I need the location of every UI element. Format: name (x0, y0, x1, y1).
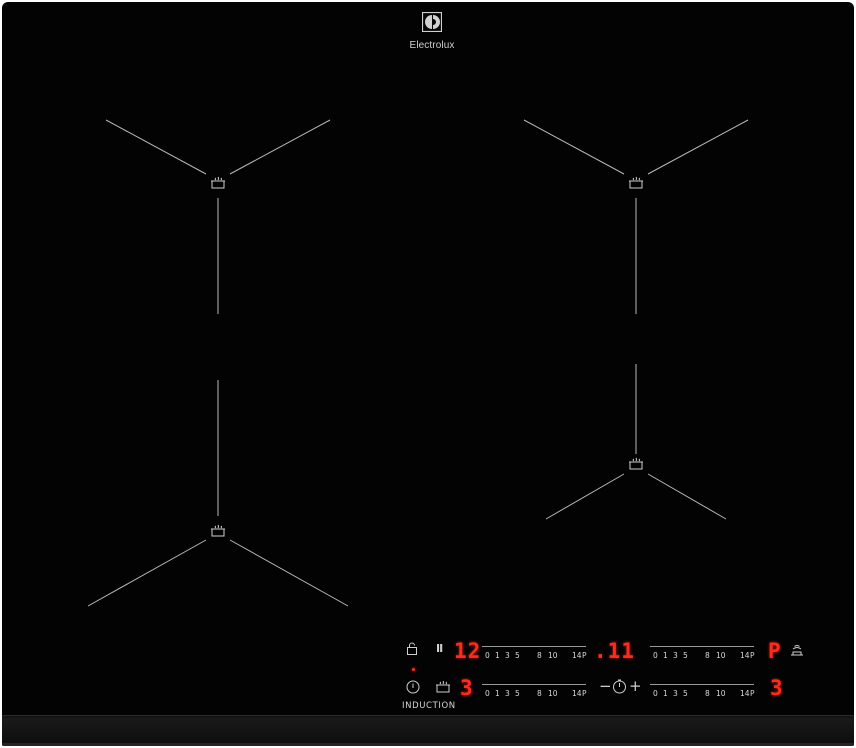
pause-icon[interactable]: II (436, 642, 443, 655)
slider-tick-label: 10 (548, 651, 558, 660)
slider-tick-label: 14 (572, 689, 582, 698)
slider-scale: 0 1 3 5 8 10 14 P (650, 651, 756, 661)
pot-icon[interactable] (629, 176, 643, 189)
slider-tick-label: 5 (515, 689, 520, 698)
slider-tick-label: 3 (673, 689, 678, 698)
zone-4-display: 3 (770, 676, 784, 700)
slider-tick-label: 5 (515, 651, 520, 660)
slider-tick-label: 10 (716, 651, 726, 660)
power-slider-zone-4[interactable]: 0 1 3 5 8 10 14 P (482, 681, 588, 701)
slider-tick-label: 8 (537, 689, 542, 698)
slider-tick-label: 5 (683, 689, 688, 698)
lock-icon[interactable] (406, 642, 418, 655)
slider-scale: 0 1 3 5 8 10 14 P (482, 651, 588, 661)
slider-tick-label: P (750, 689, 755, 698)
slider-tick-label: 8 (705, 651, 710, 660)
zone-marking-rear-left (105, 119, 331, 314)
lock-indicator-led (412, 668, 415, 671)
pot-icon[interactable] (211, 176, 225, 189)
slider-tick-label: 8 (705, 689, 710, 698)
slider-tick-label: 0 (653, 689, 658, 698)
power-slider-zone-2[interactable]: 0 1 3 5 8 10 14 P (650, 643, 756, 663)
power-slider-zone-3[interactable]: 0 1 3 5 8 10 14 P (650, 681, 756, 701)
slider-scale: 0 1 3 5 8 10 14 P (650, 689, 756, 699)
timer-icon[interactable] (612, 679, 627, 694)
zone-1-display: 12 (454, 639, 482, 663)
cooktop-front-edge (2, 715, 854, 746)
slider-tick-label: 8 (537, 651, 542, 660)
slider-tick-label: 3 (673, 651, 678, 660)
slider-tick-label: 10 (548, 689, 558, 698)
power-icon[interactable] (406, 680, 420, 694)
slider-tick-label: 3 (505, 689, 510, 698)
pot-icon[interactable] (629, 457, 643, 470)
slider-scale: 0 1 3 5 8 10 14 P (482, 689, 588, 699)
power-slider-zone-1[interactable]: 0 1 3 5 8 10 14 P (482, 643, 588, 663)
hob2hood-icon[interactable] (790, 643, 804, 656)
zone-marking-rear-right (523, 119, 749, 314)
zone-marking-front-left (87, 380, 349, 607)
slider-tick-label: 1 (663, 651, 668, 660)
plus-icon[interactable]: + (629, 677, 642, 695)
slider-tick-label: 1 (663, 689, 668, 698)
zone-3-display: P (768, 639, 782, 663)
slider-tick-label: P (582, 689, 587, 698)
slider-tick-label: P (750, 651, 755, 660)
cooktop-glass: Electrolux II 12 0 1 3 5 8 10 14 P .11 0… (2, 2, 854, 746)
slider-tick-label: 3 (505, 651, 510, 660)
slider-tick-label: 1 (495, 689, 500, 698)
pot-icon[interactable] (211, 524, 225, 537)
slider-tick-label: 1 (495, 651, 500, 660)
slider-tick-label: 14 (740, 651, 750, 660)
slider-tick-label: 0 (485, 689, 490, 698)
pot-icon[interactable] (436, 681, 450, 694)
slider-tick-label: 0 (653, 651, 658, 660)
minus-icon[interactable]: − (599, 677, 612, 695)
left-display: 3 (460, 676, 474, 700)
slider-tick-label: 5 (683, 651, 688, 660)
zone-marking-front-right (545, 364, 727, 520)
slider-tick-label: 14 (572, 651, 582, 660)
induction-label: INDUCTION (402, 701, 456, 711)
zone-2-display: .11 (594, 639, 635, 663)
slider-tick-label: P (582, 651, 587, 660)
slider-tick-label: 0 (485, 651, 490, 660)
slider-tick-label: 14 (740, 689, 750, 698)
zone-markings (87, 119, 749, 607)
slider-tick-label: 10 (716, 689, 726, 698)
